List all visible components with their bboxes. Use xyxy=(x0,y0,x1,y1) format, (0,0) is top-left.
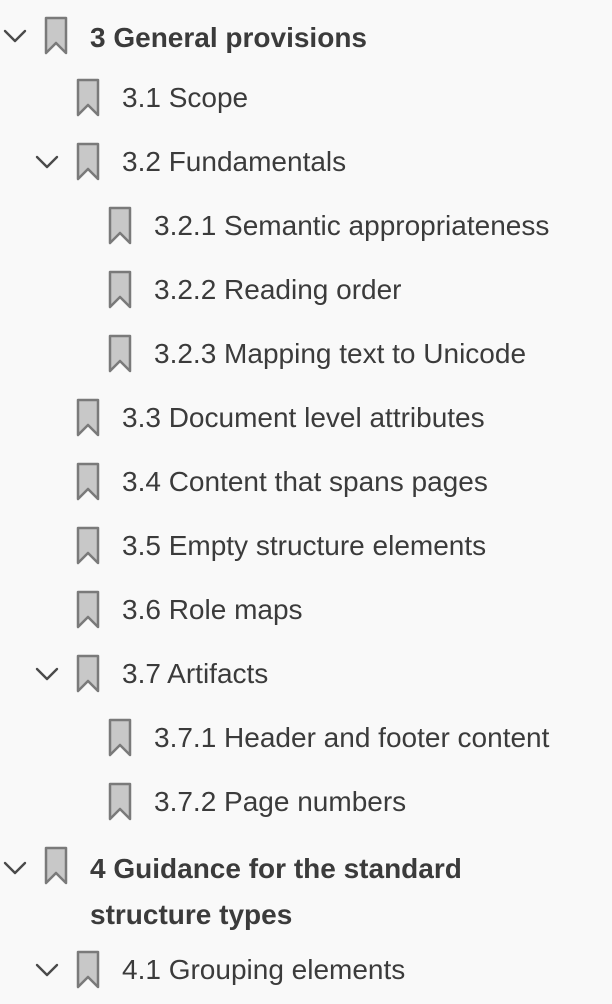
bookmark-row[interactable]: 3.4 Content that spans pages xyxy=(0,452,612,516)
bookmark-icon xyxy=(76,462,100,501)
bookmark-label[interactable]: 3.7.1 Header and footer content xyxy=(154,721,549,755)
bookmark-icon xyxy=(76,654,100,693)
bookmark-label[interactable]: 3 General provisions xyxy=(90,15,560,61)
bookmark-row[interactable]: 3.1 Scope xyxy=(0,68,612,132)
bookmark-label[interactable]: 4.1 Grouping elements xyxy=(122,953,405,987)
bookmark-icon xyxy=(76,526,100,565)
bookmark-row[interactable]: 3.2.3 Mapping text to Unicode xyxy=(0,324,612,388)
bookmark-row[interactable]: 3.5 Empty structure elements xyxy=(0,516,612,580)
bookmark-label[interactable]: 3.4 Content that spans pages xyxy=(122,465,488,499)
bookmark-icon xyxy=(108,206,132,245)
bookmark-label[interactable]: 3.2.3 Mapping text to Unicode xyxy=(154,337,526,371)
bookmark-label[interactable]: 3.2 Fundamentals xyxy=(122,145,346,179)
bookmark-icon xyxy=(76,398,100,437)
chevron-down-icon[interactable] xyxy=(34,664,60,684)
bookmark-icon xyxy=(76,142,100,181)
bookmark-icon xyxy=(76,78,100,117)
bookmark-label[interactable]: 3.2.1 Semantic appropriateness xyxy=(154,209,549,243)
bookmark-label[interactable]: 3.7.2 Page numbers xyxy=(154,785,406,819)
bookmark-row[interactable]: 3.7.1 Header and footer content xyxy=(0,708,612,772)
bookmark-label[interactable]: 3.3 Document level attributes xyxy=(122,401,485,435)
bookmark-icon xyxy=(44,846,68,885)
bookmark-row[interactable]: 3.3 Document level attributes xyxy=(0,388,612,452)
bookmark-row[interactable]: 4 Guidance for the standard structure ty… xyxy=(0,838,612,938)
bookmark-icon xyxy=(76,590,100,629)
bookmark-icon xyxy=(108,270,132,309)
bookmark-row[interactable]: 3.7.2 Page numbers xyxy=(0,772,612,836)
chevron-down-icon[interactable] xyxy=(2,858,28,878)
bookmark-label[interactable]: 4 Guidance for the standard structure ty… xyxy=(90,846,510,938)
bookmark-row[interactable]: 3.2.1 Semantic appropriateness xyxy=(0,196,612,260)
bookmark-icon xyxy=(44,16,68,55)
bookmark-row[interactable]: 3.2 Fundamentals xyxy=(0,132,612,196)
chevron-down-icon[interactable] xyxy=(34,960,60,980)
bookmark-label[interactable]: 3.1 Scope xyxy=(122,81,248,115)
bookmark-row[interactable]: 3.2.2 Reading order xyxy=(0,260,612,324)
bookmark-label[interactable]: 3.5 Empty structure elements xyxy=(122,529,486,563)
bookmark-icon xyxy=(108,782,132,821)
bookmark-label[interactable]: 3.7 Artifacts xyxy=(122,657,268,691)
bookmark-row[interactable]: 4.1 Grouping elements xyxy=(0,940,612,1004)
chevron-down-icon[interactable] xyxy=(34,152,60,172)
bookmark-label[interactable]: 3.6 Role maps xyxy=(122,593,303,627)
chevron-down-icon[interactable] xyxy=(2,26,28,46)
bookmark-icon xyxy=(108,334,132,373)
bookmark-row[interactable]: 3 General provisions xyxy=(0,6,612,70)
bookmark-label[interactable]: 3.2.2 Reading order xyxy=(154,273,402,307)
bookmarks-panel: 3 General provisions 3.1 Scope 3.2 Funda… xyxy=(0,0,612,1002)
bookmark-icon xyxy=(76,950,100,989)
bookmark-row[interactable]: 3.7 Artifacts xyxy=(0,644,612,708)
bookmark-row[interactable]: 3.6 Role maps xyxy=(0,580,612,644)
bookmark-icon xyxy=(108,718,132,757)
